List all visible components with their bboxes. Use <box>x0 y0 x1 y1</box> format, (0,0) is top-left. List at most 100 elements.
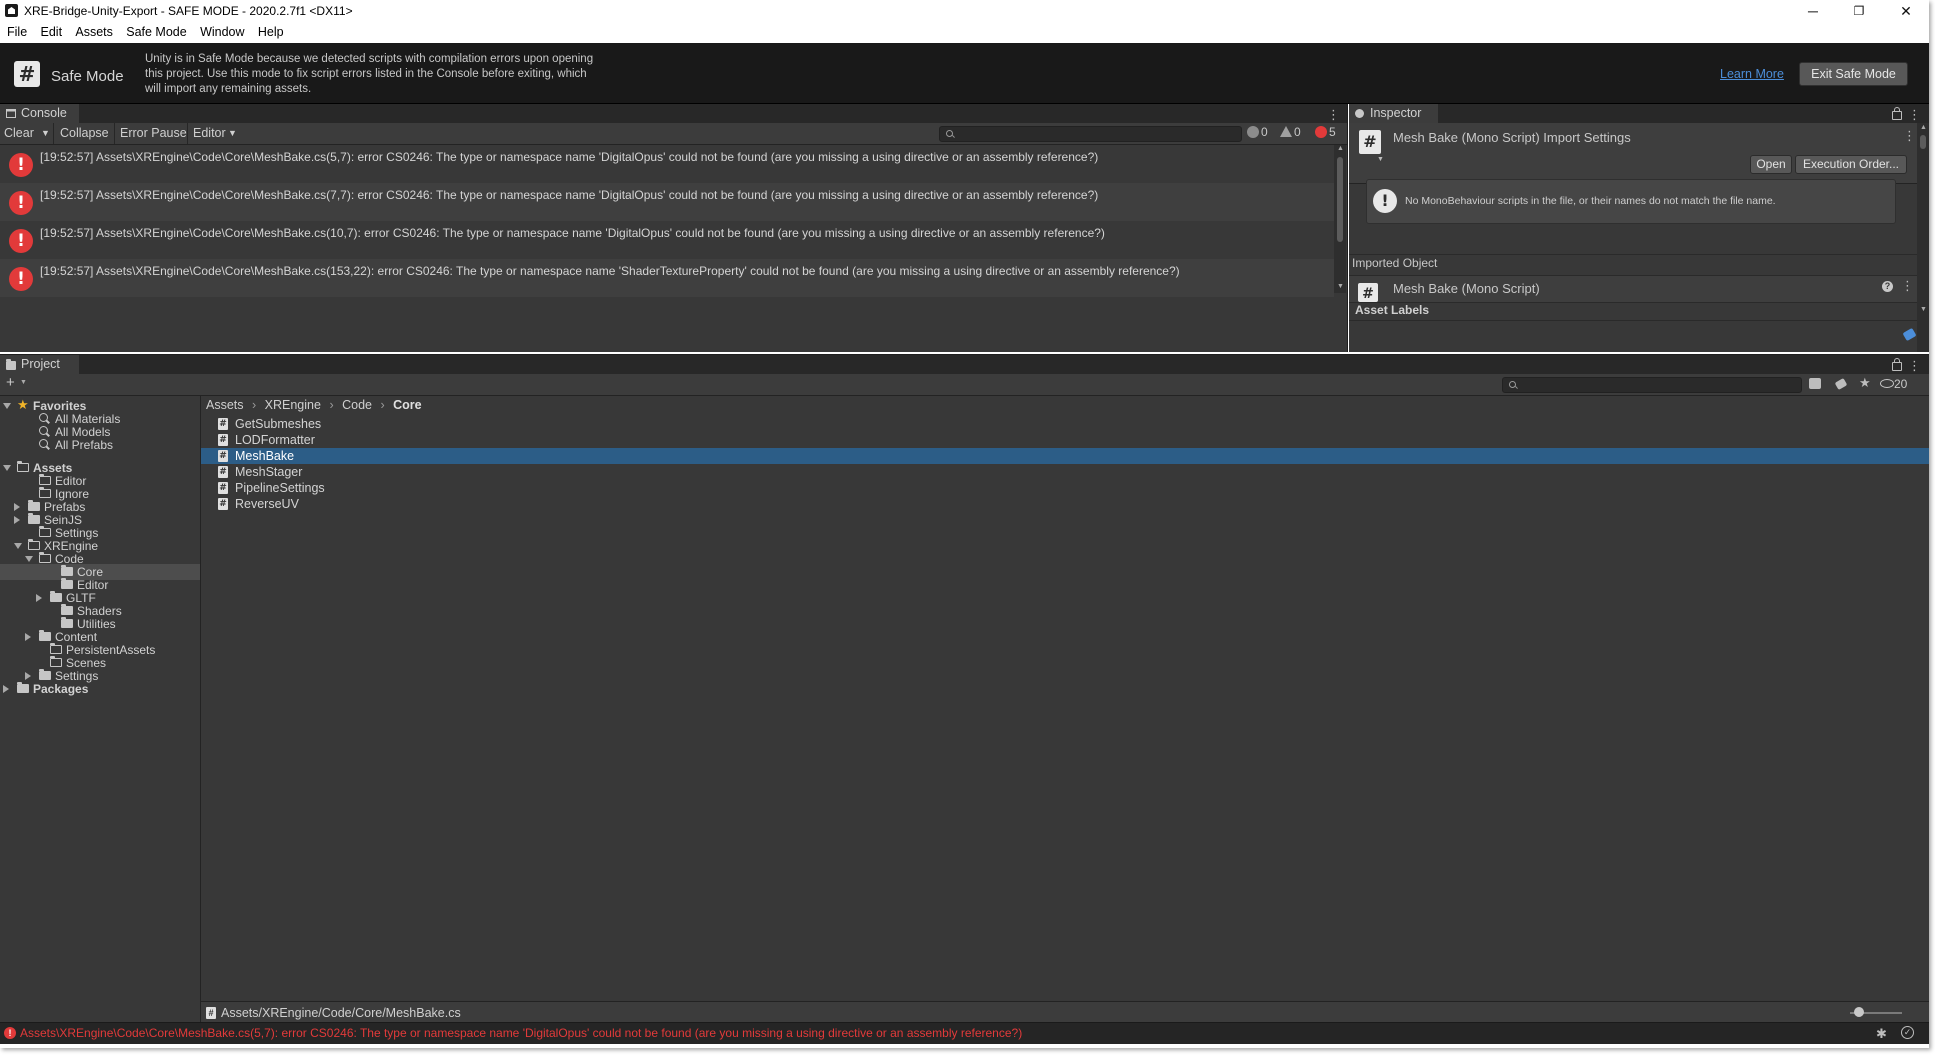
tab-inspector[interactable]: Inspector <box>1349 104 1438 123</box>
folder-icon <box>61 617 73 628</box>
collapse-toggle[interactable]: Collapse <box>60 123 109 144</box>
exit-safe-mode-button[interactable]: Exit Safe Mode <box>1799 62 1908 86</box>
editor-dropdown-icon[interactable]: ▼ <box>228 123 237 144</box>
menu-safe-mode[interactable]: Safe Mode <box>126 22 186 43</box>
scroll-down-icon[interactable]: ▼ <box>1920 306 1927 313</box>
tab-project[interactable]: Project <box>0 355 79 374</box>
inspector-menu-icon[interactable]: ⋮ <box>1908 107 1921 123</box>
debug-bug-icon[interactable]: ✱ <box>1876 1026 1887 1042</box>
help-icon[interactable]: ? <box>1882 281 1893 292</box>
file-item[interactable]: # PipelineSettings <box>201 480 1929 496</box>
icon-size-slider-handle[interactable] <box>1854 1007 1864 1017</box>
folder-icon <box>39 474 51 485</box>
chevron-down-icon[interactable]: ▼ <box>1377 156 1384 163</box>
restore-button[interactable]: ❐ <box>1836 0 1882 22</box>
search-by-type-icon[interactable] <box>1809 378 1821 389</box>
learn-more-link[interactable]: Learn More <box>1720 67 1784 81</box>
lock-icon[interactable] <box>1892 358 1902 371</box>
chevron-right-icon[interactable] <box>36 594 42 602</box>
warning-count[interactable]: 0 <box>1280 125 1301 139</box>
console-entry-text: [19:52:57] Assets\XREngine\Code\Core\Mes… <box>40 226 1105 240</box>
chevron-down-icon[interactable] <box>3 403 11 409</box>
component-menu-icon[interactable]: ⋮ <box>1901 278 1914 294</box>
menu-window[interactable]: Window <box>200 22 244 43</box>
menu-file[interactable]: File <box>7 22 27 43</box>
search-by-label-icon[interactable] <box>1834 378 1848 390</box>
info-count[interactable]: 0 <box>1247 125 1268 139</box>
console-entry[interactable]: ! [19:52:57] Assets\XREngine\Code\Core\M… <box>0 183 1334 221</box>
chevron-down-icon[interactable] <box>14 543 22 549</box>
add-dropdown-icon[interactable]: ▼ <box>20 379 27 386</box>
cs-script-icon: # <box>218 434 228 446</box>
folder-icon <box>61 578 73 589</box>
chevron-down-icon[interactable] <box>25 556 33 562</box>
title-bar: XRE-Bridge-Unity-Export - SAFE MODE - 20… <box>0 0 1929 22</box>
inspector-header-menu-icon[interactable]: ⋮ <box>1903 128 1916 144</box>
file-item-selected[interactable]: # MeshBake <box>201 448 1929 464</box>
open-button[interactable]: Open <box>1750 155 1792 174</box>
breadcrumb-current[interactable]: Core <box>393 398 421 412</box>
imported-object-header[interactable]: # Mesh Bake (Mono Script) ? ⋮ <box>1349 275 1917 303</box>
selected-path-bar: # Assets/XREngine/Code/Core/MeshBake.cs <box>201 1001 1929 1024</box>
folder-icon <box>50 643 62 654</box>
script-icon: # <box>1358 283 1378 302</box>
lock-icon[interactable] <box>1892 107 1902 120</box>
error-pause-toggle[interactable]: Error Pause <box>120 123 187 144</box>
chevron-right-icon[interactable] <box>25 672 31 680</box>
chevron-right-icon[interactable] <box>3 685 9 693</box>
scroll-up-icon[interactable]: ▲ <box>1337 145 1344 152</box>
tab-console-label: Console <box>21 106 67 120</box>
hidden-packages-toggle[interactable]: 20 <box>1880 377 1907 391</box>
favorite-star-icon[interactable]: ★ <box>1859 375 1871 391</box>
file-item[interactable]: # MeshStager <box>201 464 1929 480</box>
file-name: PipelineSettings <box>235 481 325 495</box>
imported-object-label: Imported Object <box>1352 256 1438 270</box>
execution-order-button[interactable]: Execution Order... <box>1795 155 1907 174</box>
project-menu-icon[interactable]: ⋮ <box>1908 358 1921 374</box>
minimize-button[interactable]: ─ <box>1790 0 1836 22</box>
editor-dropdown[interactable]: Editor <box>193 123 226 144</box>
clear-dropdown-icon[interactable]: ▼ <box>41 123 50 144</box>
menu-edit[interactable]: Edit <box>41 22 63 43</box>
close-button[interactable]: ✕ <box>1883 0 1929 22</box>
console-scrollbar[interactable]: ▲ ▼ <box>1334 145 1346 293</box>
error-count[interactable]: 5 <box>1315 125 1336 139</box>
chevron-right-icon[interactable] <box>25 633 31 641</box>
console-menu-icon[interactable]: ⋮ <box>1327 107 1340 123</box>
console-entry[interactable]: ! [19:52:57] Assets\XREngine\Code\Core\M… <box>0 259 1334 297</box>
label-tag-icon[interactable] <box>1902 327 1917 342</box>
progress-check-icon[interactable]: ✓ <box>1901 1026 1914 1039</box>
tree-item-label: All Prefabs <box>55 438 114 452</box>
scrollbar-thumb[interactable] <box>1920 135 1926 149</box>
console-entry[interactable]: ! [19:52:57] Assets\XREngine\Code\Core\M… <box>0 221 1334 259</box>
file-item[interactable]: # GetSubmeshes <box>201 416 1929 432</box>
console-search-input[interactable] <box>939 126 1242 142</box>
menu-assets[interactable]: Assets <box>75 22 113 43</box>
chevron-right-icon[interactable] <box>14 516 20 524</box>
scroll-down-icon[interactable]: ▼ <box>1337 283 1344 290</box>
chevron-down-icon[interactable] <box>3 465 11 471</box>
tree-item[interactable]: Packages <box>0 681 200 697</box>
file-item[interactable]: # LODFormatter <box>201 432 1929 448</box>
chevron-right-icon[interactable] <box>14 503 20 511</box>
add-icon[interactable]: + <box>6 374 15 391</box>
console-icon <box>6 109 16 118</box>
status-bar[interactable]: ! Assets\XREngine\Code\Core\MeshBake.cs(… <box>0 1022 1929 1044</box>
script-icon: # <box>14 61 40 87</box>
scroll-up-icon[interactable]: ▲ <box>1920 124 1927 131</box>
folder-icon <box>17 682 29 693</box>
breadcrumb-item[interactable]: Code <box>342 398 372 412</box>
menu-help[interactable]: Help <box>258 22 284 43</box>
folder-icon <box>39 669 51 680</box>
breadcrumb-item[interactable]: Assets <box>206 398 244 412</box>
clear-button[interactable]: Clear <box>4 123 34 144</box>
console-entry[interactable]: ! [19:52:57] Assets\XREngine\Code\Core\M… <box>0 145 1334 183</box>
inspector-tabstrip: Inspector ⋮ <box>1349 104 1929 123</box>
file-item[interactable]: # ReverseUV <box>201 496 1929 512</box>
scrollbar-thumb[interactable] <box>1337 157 1343 242</box>
inspector-scrollbar[interactable]: ▲ ▼ <box>1917 123 1929 352</box>
breadcrumb-item[interactable]: XREngine <box>265 398 321 412</box>
tree-item[interactable]: All Prefabs <box>0 437 200 453</box>
tab-console[interactable]: Console <box>0 104 79 123</box>
project-search-input[interactable] <box>1502 377 1802 393</box>
